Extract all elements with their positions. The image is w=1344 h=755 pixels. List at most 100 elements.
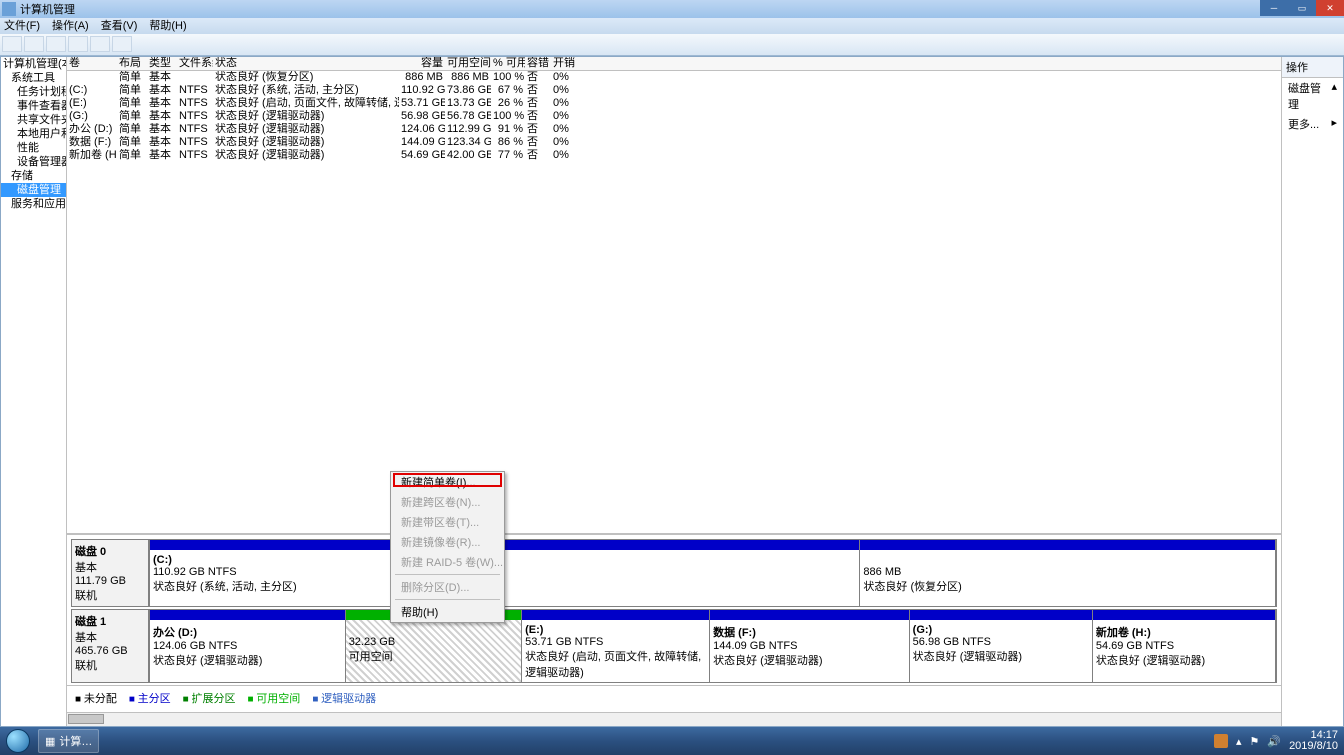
disk1-part-g[interactable]: (G:) 56.98 GB NTFS 状态良好 (逻辑驱动器) (910, 610, 1093, 682)
col-type[interactable]: 类型 (147, 57, 177, 70)
minimize-button[interactable]: ─ (1260, 0, 1288, 16)
menu-view[interactable]: 查看(V) (101, 18, 138, 34)
cell-vol: (E:) (67, 97, 117, 110)
tree-device-manager[interactable]: 设备管理器 (1, 155, 66, 169)
col-fault[interactable]: 容错 (525, 57, 551, 70)
toolbar-up[interactable] (46, 36, 66, 52)
taskbar-app-button[interactable]: ▦ 计算… (38, 729, 99, 753)
disk1-info[interactable]: 磁盘 1 基本 465.76 GB 联机 (71, 609, 149, 683)
ctx-separator (395, 599, 500, 600)
taskbar[interactable]: ▦ 计算… ▴ ⚑ 🔊 14:17 2019/8/10 (0, 727, 1344, 755)
tree-services-apps[interactable]: 服务和应用程 (1, 197, 66, 211)
volume-row[interactable]: 新加卷 (H:)简单基本NTFS状态良好 (逻辑驱动器)54.69 GB42.0… (67, 149, 1281, 162)
tree-shared-folders[interactable]: 共享文件夹 (1, 113, 66, 127)
disk0-p2-size: 886 MB (863, 566, 901, 578)
toolbar-view[interactable] (112, 36, 132, 52)
col-filesystem[interactable]: 文件系统 (177, 57, 213, 70)
cell-flt: 否 (525, 123, 551, 136)
scroll-thumb[interactable] (68, 714, 104, 724)
cell-vol: 办公 (D:) (67, 123, 117, 136)
volume-row[interactable]: (G:)简单基本NTFS状态良好 (逻辑驱动器)56.98 GB56.78 GB… (67, 110, 1281, 123)
tree-storage[interactable]: 存储 (1, 169, 66, 183)
toolbar-help[interactable] (90, 36, 110, 52)
cell-sts: 状态良好 (启动, 页面文件, 故障转储, 逻辑驱动器) (213, 97, 399, 110)
tray-sogou-icon[interactable] (1214, 734, 1228, 748)
tree-performance[interactable]: 性能 (1, 141, 66, 155)
system-tray[interactable]: ▴ ⚑ 🔊 14:17 2019/8/10 (1208, 730, 1344, 752)
cell-cap: 110.92 GB (399, 84, 445, 97)
tree-disk-management[interactable]: 磁盘管理 (1, 183, 66, 197)
graphical-view: 磁盘 0 基本 111.79 GB 联机 (C:) 110.92 GB NTFS… (67, 533, 1281, 712)
disk1-part-h[interactable]: 新加卷 (H:) 54.69 GB NTFS 状态良好 (逻辑驱动器) (1093, 610, 1276, 682)
disk0-info[interactable]: 磁盘 0 基本 111.79 GB 联机 (71, 539, 149, 607)
tray-speaker-icon[interactable]: 🔊 (1267, 735, 1281, 748)
volume-list[interactable]: 简单基本状态良好 (恢复分区)886 MB886 MB100 %否0%(C:)简… (67, 71, 1281, 162)
disk1-part-f[interactable]: 数据 (F:) 144.09 GB NTFS 状态良好 (逻辑驱动器) (710, 610, 910, 682)
col-percent[interactable]: % 可用 (491, 57, 525, 70)
h-scrollbar[interactable] (67, 712, 1281, 726)
ctx-help[interactable]: 帮助(H) (391, 602, 504, 622)
col-status[interactable]: 状态 (213, 57, 399, 70)
cell-fs: NTFS (177, 84, 213, 97)
disk1-part-d[interactable]: 办公 (D:) 124.06 GB NTFS 状态良好 (逻辑驱动器) (150, 610, 346, 682)
maximize-button[interactable]: ▭ (1288, 0, 1316, 16)
volume-row[interactable]: 简单基本状态良好 (恢复分区)886 MB886 MB100 %否0% (67, 71, 1281, 84)
menu-help[interactable]: 帮助(H) (149, 18, 186, 34)
tree-local-users[interactable]: 本地用户和 (1, 127, 66, 141)
col-layout[interactable]: 布局 (117, 57, 147, 70)
volume-row[interactable]: (C:)简单基本NTFS状态良好 (系统, 活动, 主分区)110.92 GB7… (67, 84, 1281, 97)
action-disk-mgmt[interactable]: 磁盘管理▴ (1282, 78, 1343, 114)
toolbar-refresh[interactable] (68, 36, 88, 52)
cell-pct: 100 % (491, 110, 525, 123)
cell-sts: 状态良好 (逻辑驱动器) (213, 149, 399, 162)
d1p5s: 56.98 GB NTFS (913, 636, 991, 648)
app-icon (2, 2, 16, 16)
disk1-type: 基本 (75, 632, 97, 644)
d1p4d: 状态良好 (逻辑驱动器) (713, 655, 822, 667)
volume-row[interactable]: 数据 (F:)简单基本NTFS状态良好 (逻辑驱动器)144.09 GB123.… (67, 136, 1281, 149)
ctx-new-raid5-volume: 新建 RAID-5 卷(W)... (391, 552, 504, 572)
tree-system-tools[interactable]: 系统工具 (1, 71, 66, 85)
tree-root[interactable]: 计算机管理(本 (1, 57, 66, 71)
cell-pct: 77 % (491, 149, 525, 162)
cell-vol: 新加卷 (H:) (67, 149, 117, 162)
volume-row[interactable]: 办公 (D:)简单基本NTFS状态良好 (逻辑驱动器)124.06 GB112.… (67, 123, 1281, 136)
cell-free: 73.86 GB (445, 84, 491, 97)
col-capacity[interactable]: 容量 (399, 57, 445, 70)
tray-flag-icon[interactable]: ⚑ (1249, 735, 1259, 748)
close-button[interactable]: ✕ (1316, 0, 1344, 16)
cell-cap: 56.98 GB (399, 110, 445, 123)
volume-header[interactable]: 卷 布局 类型 文件系统 状态 容量 可用空间 % 可用 容错 开销 (67, 57, 1281, 71)
toolbar-back[interactable] (2, 36, 22, 52)
tree-event-viewer[interactable]: 事件查看器 (1, 99, 66, 113)
action-more[interactable]: 更多...▸ (1282, 114, 1343, 134)
tray-clock[interactable]: 14:17 2019/8/10 (1289, 730, 1338, 752)
cell-typ: 基本 (147, 71, 177, 84)
col-volume[interactable]: 卷 (67, 57, 117, 70)
tray-chevron-icon[interactable]: ▴ (1236, 735, 1242, 748)
d1p3t: (E:) (525, 624, 543, 636)
disk1-part-e[interactable]: (E:) 53.71 GB NTFS 状态良好 (启动, 页面文件, 故障转储,… (522, 610, 710, 682)
cell-ovh: 0% (551, 97, 581, 110)
volume-row[interactable]: (E:)简单基本NTFS状态良好 (启动, 页面文件, 故障转储, 逻辑驱动器)… (67, 97, 1281, 110)
cell-sts: 状态良好 (逻辑驱动器) (213, 136, 399, 149)
windows-orb-icon (6, 729, 30, 753)
logical-bar-icon (1093, 610, 1275, 620)
toolbar-forward[interactable] (24, 36, 44, 52)
menu-file[interactable]: 文件(F) (4, 18, 40, 34)
tree-task-scheduler[interactable]: 任务计划程 (1, 85, 66, 99)
tray-date: 2019/8/10 (1289, 741, 1338, 752)
disk0-part-c[interactable]: (C:) 110.92 GB NTFS 状态良好 (系统, 活动, 主分区) (150, 540, 860, 606)
col-overhead[interactable]: 开销 (551, 57, 581, 70)
cell-lyt: 简单 (117, 136, 147, 149)
start-button[interactable] (0, 727, 36, 755)
nav-tree[interactable]: 计算机管理(本 系统工具 任务计划程 事件查看器 共享文件夹 本地用户和 性能 … (1, 57, 67, 726)
disk0-part-recovery[interactable]: 886 MB 状态良好 (恢复分区) (860, 540, 1276, 606)
disk0-p2-desc: 状态良好 (恢复分区) (863, 581, 961, 593)
ctx-new-simple-volume[interactable]: 新建简单卷(I)... (391, 472, 504, 492)
up-icon: ▴ (1331, 80, 1337, 112)
d1p3s: 53.71 GB NTFS (525, 636, 603, 648)
menu-action[interactable]: 操作(A) (52, 18, 89, 34)
col-free[interactable]: 可用空间 (445, 57, 491, 70)
cell-ovh: 0% (551, 110, 581, 123)
